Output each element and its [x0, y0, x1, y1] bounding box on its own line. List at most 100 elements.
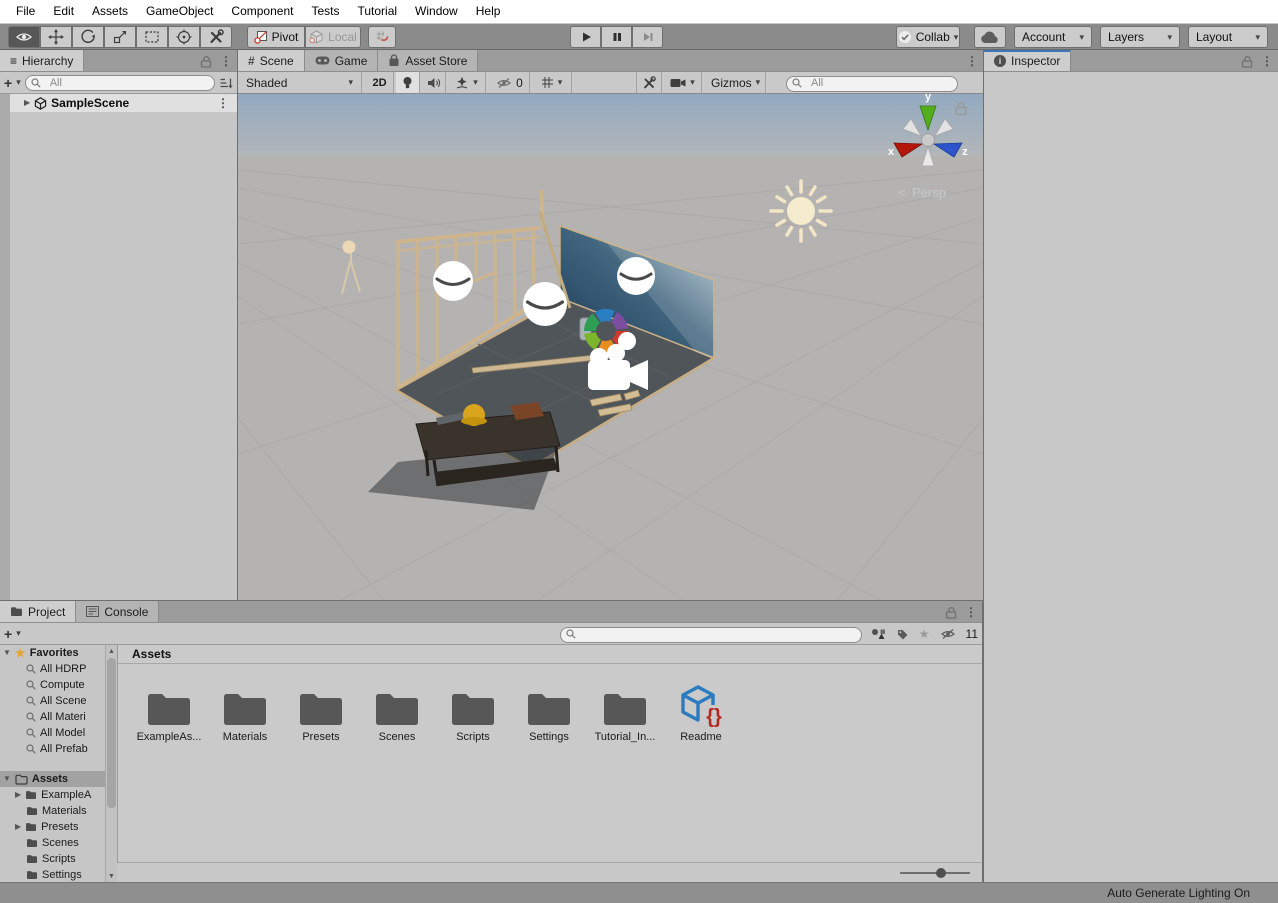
scene-lighting-toggle[interactable] — [396, 72, 420, 93]
pivot-toggle-button[interactable]: Pivot — [247, 26, 305, 48]
rotate-tool-button[interactable] — [72, 26, 104, 48]
sort-icon[interactable] — [219, 77, 233, 89]
caret-down-icon[interactable]: ▾ — [16, 629, 21, 638]
hierarchy-menu-button[interactable]: ⋮ — [220, 55, 232, 67]
caret-down-icon[interactable]: ▾ — [16, 78, 21, 87]
tab-inspector[interactable]: i Inspector — [984, 50, 1071, 71]
scene-item-menu-button[interactable]: ⋮ — [217, 97, 229, 109]
menu-tests[interactable]: Tests — [302, 0, 348, 23]
scene-search-input[interactable] — [786, 76, 958, 92]
disclosure-closed-icon[interactable]: ▶ — [24, 99, 30, 107]
play-button[interactable] — [570, 26, 601, 48]
menu-gameobject[interactable]: GameObject — [137, 0, 222, 23]
favorites-section[interactable]: ▼ ★ Favorites — [0, 645, 105, 661]
project-create-button[interactable]: + — [4, 627, 12, 641]
menu-help[interactable]: Help — [467, 0, 510, 23]
collab-dropdown[interactable]: Collab ▾ — [896, 26, 960, 48]
project-menu-button[interactable]: ⋮ — [965, 606, 977, 618]
pause-button[interactable] — [601, 26, 632, 48]
disclosure-closed-icon[interactable]: ▶ — [15, 823, 21, 831]
favorite-item[interactable]: All Prefab — [0, 741, 105, 757]
scene-viewport[interactable]: x y z < Persp — [238, 94, 983, 600]
slider-thumb[interactable] — [936, 868, 946, 878]
lock-open-icon[interactable] — [945, 606, 957, 619]
tree-item-exampleassets[interactable]: ▶ ExampleA — [0, 787, 105, 803]
thumbnail-zoom-slider[interactable] — [900, 872, 970, 874]
lock-open-icon[interactable] — [1241, 55, 1253, 68]
light-gizmo[interactable] — [617, 257, 655, 295]
disclosure-open-icon[interactable]: ▼ — [3, 649, 11, 657]
favorite-item[interactable]: All Scene — [0, 693, 105, 709]
grid-item-exampleassets[interactable]: ExampleAs... — [131, 676, 207, 743]
custom-tools-button[interactable] — [200, 26, 232, 48]
tree-item-presets[interactable]: ▶ Presets — [0, 819, 105, 835]
hierarchy-item-samplescene[interactable]: ▶ SampleScene ⋮ — [10, 94, 237, 112]
grid-item-settings[interactable]: Settings — [511, 676, 587, 743]
account-dropdown[interactable]: Account ▾ — [1014, 26, 1092, 48]
hierarchy-search-input[interactable] — [25, 75, 215, 91]
search-by-label-icon[interactable] — [896, 628, 909, 640]
scrollbar-thumb[interactable] — [107, 658, 116, 808]
disclosure-closed-icon[interactable]: ▶ — [15, 791, 21, 799]
search-by-type-icon[interactable] — [871, 628, 886, 640]
tree-item-settings[interactable]: Settings — [0, 867, 105, 882]
tab-console[interactable]: Console — [76, 601, 159, 622]
create-menu-button[interactable]: + — [4, 76, 12, 90]
favorite-item[interactable]: All Model — [0, 725, 105, 741]
favorites-filter-star-icon[interactable]: ★ — [919, 628, 930, 640]
grid-item-readme[interactable]: {} Readme — [663, 676, 739, 743]
rect-tool-button[interactable] — [136, 26, 168, 48]
cloud-button[interactable] — [974, 26, 1006, 48]
tree-item-materials[interactable]: Materials — [0, 803, 105, 819]
persp-toggle[interactable]: < Persp — [898, 185, 946, 200]
favorite-item[interactable]: All HDRP — [0, 661, 105, 677]
menu-window[interactable]: Window — [406, 0, 467, 23]
layout-dropdown[interactable]: Layout ▾ — [1188, 26, 1268, 48]
tab-asset-store[interactable]: Asset Store — [378, 50, 478, 71]
favorite-item[interactable]: Compute — [0, 677, 105, 693]
grid-snap-button[interactable] — [368, 26, 396, 48]
grid-item-tutorial-info[interactable]: Tutorial_In... — [587, 676, 663, 743]
tree-scrollbar[interactable]: ▲ ▼ — [105, 645, 117, 882]
scroll-down-icon[interactable]: ▼ — [106, 870, 117, 882]
scene-camera-dropdown[interactable]: ▾ — [664, 72, 702, 93]
local-toggle-button[interactable]: Local — [305, 26, 361, 48]
disclosure-open-icon[interactable]: ▼ — [3, 775, 11, 783]
eye-off-icon[interactable] — [940, 628, 956, 640]
menu-edit[interactable]: Edit — [44, 0, 83, 23]
menu-component[interactable]: Component — [222, 0, 302, 23]
step-button[interactable] — [632, 26, 663, 48]
move-tool-button[interactable] — [40, 26, 72, 48]
scale-tool-button[interactable] — [104, 26, 136, 48]
tab-project[interactable]: Project — [0, 601, 76, 622]
menu-assets[interactable]: Assets — [83, 0, 137, 23]
view-tool-button[interactable] — [8, 26, 40, 48]
tree-item-scripts[interactable]: Scripts — [0, 851, 105, 867]
favorite-item[interactable]: All Materi — [0, 709, 105, 725]
lock-open-icon[interactable] — [200, 55, 212, 68]
scene-grid-dropdown[interactable]: ▾ — [532, 72, 572, 93]
light-gizmo[interactable] — [523, 282, 567, 326]
tab-scene[interactable]: # Scene — [238, 50, 305, 71]
grid-item-scripts[interactable]: Scripts — [435, 676, 511, 743]
shading-mode-dropdown[interactable]: Shaded ▾ — [238, 72, 362, 93]
grid-item-scenes[interactable]: Scenes — [359, 676, 435, 743]
tab-game[interactable]: Game — [305, 50, 379, 71]
2d-toggle[interactable]: 2D — [366, 72, 394, 93]
scene-tools-button[interactable] — [636, 72, 662, 93]
light-gizmo[interactable] — [433, 261, 473, 301]
layers-dropdown[interactable]: Layers ▾ — [1100, 26, 1180, 48]
project-search-input[interactable] — [560, 627, 862, 643]
menu-file[interactable]: File — [7, 0, 44, 23]
scene-audio-toggle[interactable] — [422, 72, 446, 93]
assets-root[interactable]: ▼ Assets — [0, 771, 105, 787]
transform-tool-button[interactable] — [168, 26, 200, 48]
scene-hidden-count[interactable]: 0 — [490, 72, 530, 93]
scene-menu-button[interactable]: ⋮ — [966, 55, 978, 67]
tree-item-scenes[interactable]: Scenes — [0, 835, 105, 851]
scene-effects-dropdown[interactable]: ▾ — [448, 72, 486, 93]
grid-item-materials[interactable]: Materials — [207, 676, 283, 743]
menu-tutorial[interactable]: Tutorial — [348, 0, 406, 23]
gizmos-dropdown[interactable]: Gizmos ▾ — [704, 72, 766, 93]
inspector-menu-button[interactable]: ⋮ — [1261, 55, 1273, 67]
